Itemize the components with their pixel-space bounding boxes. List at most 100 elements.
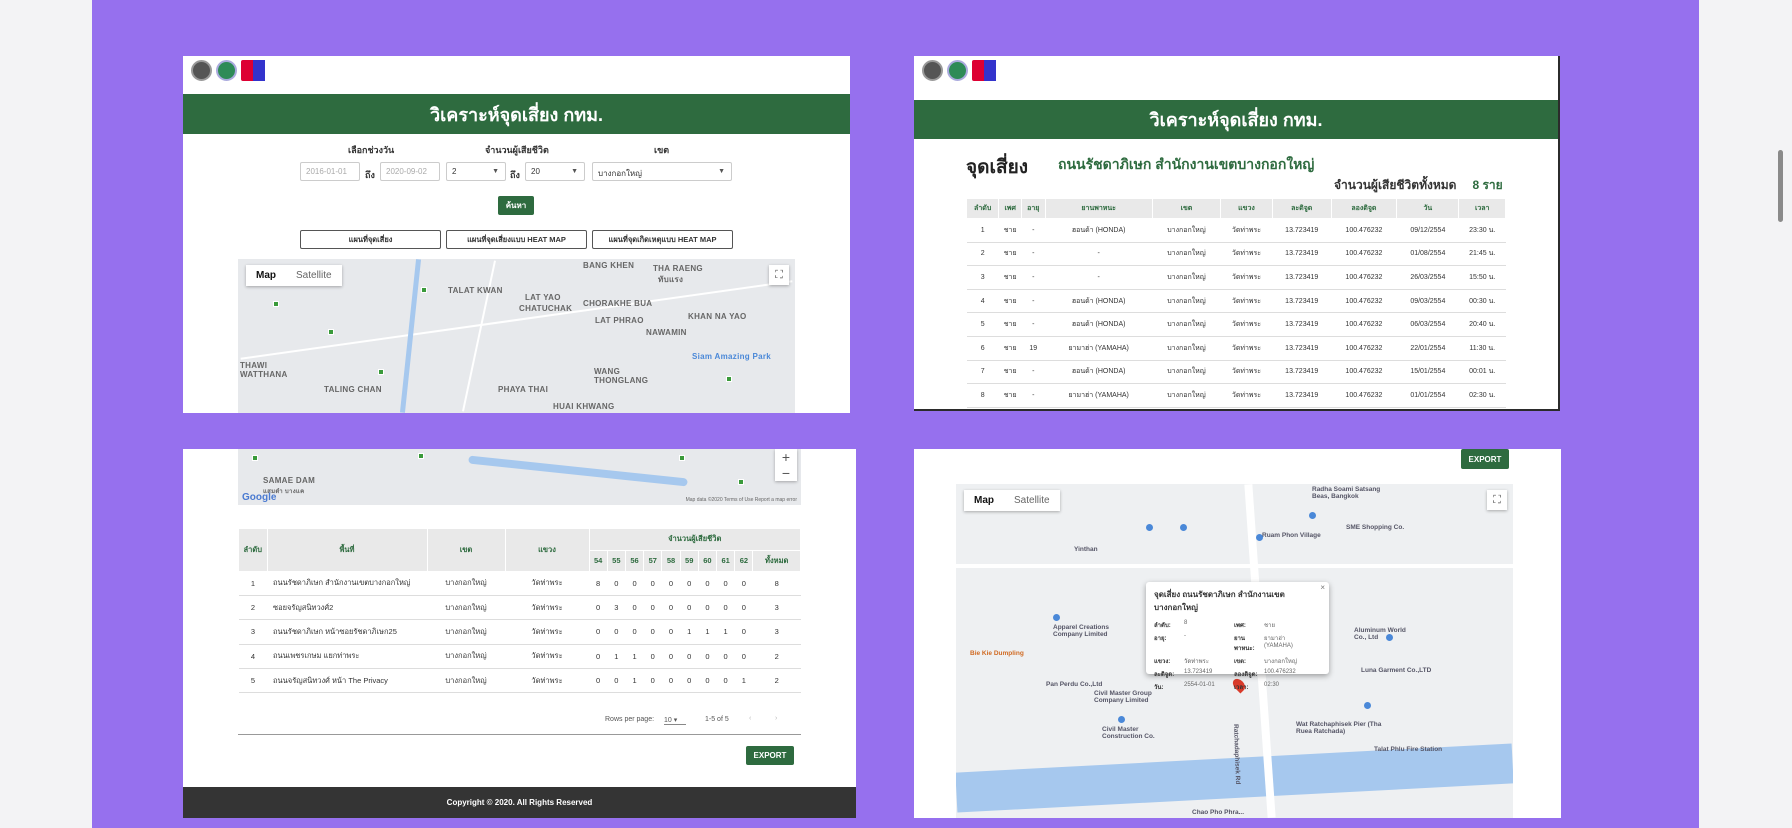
table-cell: 0 [734, 571, 753, 596]
table-cell: 8 [752, 571, 801, 596]
table-cell: วัดท่าพระ [505, 644, 589, 670]
risk-location-map[interactable]: Radha Soami Satsang Beas, Bangkok SME Sh… [956, 484, 1513, 818]
risk-heatmap-button[interactable]: แผนที่จุดเสี่ยงแบบ HEAT MAP [446, 230, 587, 249]
map-tab[interactable]: Map [964, 490, 1004, 511]
date-to-input[interactable]: 2020-09-02 [380, 162, 440, 181]
col-year: 59 [680, 550, 699, 572]
table-cell: ฮอนด้า (HONDA) [1045, 289, 1153, 314]
map-poi-marker[interactable] [1180, 524, 1187, 531]
map-poi-marker[interactable] [1053, 614, 1060, 621]
map-poi-marker[interactable] [1364, 702, 1371, 709]
col-year: 62 [734, 550, 754, 572]
risk-detail-panel: วิเคราะห์จุดเสี่ยง กทม. จุดเสี่ยง ถนนรัช… [914, 56, 1560, 411]
vertical-scrollbar[interactable] [1778, 150, 1783, 222]
district-select[interactable]: บางกอกใหญ่ ▼ [592, 162, 732, 181]
table-cell: 1 [966, 218, 999, 243]
fullscreen-icon[interactable]: ⛶ [1487, 490, 1507, 510]
export-button[interactable]: EXPORT [746, 746, 794, 765]
col-year: 57 [643, 550, 663, 572]
table-cell: 1 [698, 619, 717, 645]
table-cell: - [1021, 312, 1046, 337]
export-button[interactable]: EXPORT [1461, 449, 1509, 469]
table-cell: 0 [734, 595, 753, 621]
district-label: เขต [654, 145, 670, 155]
rows-per-page-select[interactable]: 10 ▾ [664, 716, 686, 725]
map-poi-marker[interactable] [1146, 524, 1153, 531]
table-cell: 8 [589, 571, 608, 596]
table-cell: 0 [661, 668, 681, 694]
popup-value: วัดท่าพระ [1184, 659, 1209, 665]
popup-row: ลำดับ: 8 เพศ: ชาย [1154, 620, 1321, 630]
map-marker[interactable] [328, 329, 334, 335]
map-marker[interactable] [252, 455, 258, 461]
map-marker[interactable] [726, 376, 732, 382]
date-from-input[interactable]: 2016-01-01 [300, 162, 360, 181]
zoom-controls: + − [775, 449, 797, 481]
table-cell: 0 [680, 571, 699, 596]
table-cell: 0 [607, 571, 626, 596]
table-cell: ยามาฮ่า (YAMAHA) [1045, 336, 1153, 361]
victims-to-select[interactable]: 20 ▼ [525, 162, 585, 181]
table-cell: - [1021, 383, 1046, 408]
table-cell: 0 [716, 571, 735, 596]
table-row: 8 ชาย - ยามาฮ่า (YAMAHA) บางกอกใหญ่ วัดท่าพระ… [966, 383, 1506, 408]
table-cell: 0 [680, 595, 699, 621]
map-poi-marker[interactable] [1118, 716, 1125, 723]
google-logo: Google [242, 492, 277, 503]
risk-map-button[interactable]: แผนที่จุดเสี่ยง [300, 230, 441, 249]
search-button[interactable]: ค้นหา [498, 196, 534, 215]
table-cell: 21:45 น. [1458, 242, 1506, 267]
satellite-tab[interactable]: Satellite [286, 265, 342, 286]
prev-page-icon[interactable]: ‹ [749, 715, 751, 722]
map-tab[interactable]: Map [246, 265, 286, 286]
map-marker[interactable] [421, 287, 427, 293]
accident-heatmap-button[interactable]: แผนที่จุดเกิดเหตุแบบ HEAT MAP [592, 230, 733, 249]
zoom-in-button[interactable]: + [775, 449, 797, 465]
table-cell: บางกอกใหญ่ [1152, 242, 1221, 267]
table-cell: ชาย [998, 360, 1022, 385]
map-poi-marker[interactable] [1256, 534, 1263, 541]
close-icon[interactable]: × [1320, 583, 1325, 592]
table-cell: 09/12/2554 [1396, 218, 1459, 243]
map-place-label: PHAYA THAI [498, 385, 549, 394]
popup-row: แขวง: วัดท่าพระ เขต: บางกอกใหญ่ [1154, 656, 1321, 666]
fullscreen-icon[interactable]: ⛶ [769, 265, 789, 285]
map-type-toggle: Map Satellite [246, 265, 342, 286]
victims-from-select[interactable]: 2 ▼ [446, 162, 506, 181]
table-cell: 13.723419 [1272, 265, 1332, 290]
map-marker[interactable] [679, 455, 685, 461]
agency-logo-3 [972, 60, 1012, 81]
map-place-label: CHATUCHAK [519, 304, 573, 313]
table-cell: 0 [643, 619, 662, 645]
area-map[interactable]: SAMAE DAM แสมดำ บางแค Google Map data ©2… [238, 449, 801, 505]
table-cell: 3 [752, 619, 801, 645]
table-cell: วัดท่าพระ [1220, 289, 1273, 314]
bangkok-map[interactable]: BANG KHEN THA RAENG ทับแรง TALAT KWAN LA… [238, 259, 795, 413]
pagination-range: 1-5 of 5 [705, 716, 729, 723]
zoom-out-button[interactable]: − [775, 465, 797, 481]
map-poi-label: Civil Master Construction Co. [1102, 726, 1155, 740]
map-marker[interactable] [273, 301, 279, 307]
map-attribution[interactable]: Map data ©2020 Terms of Use Report a map… [686, 497, 797, 503]
table-cell: 2 [752, 668, 801, 694]
map-marker[interactable] [738, 479, 744, 485]
table-cell: 0 [607, 619, 626, 645]
map-marker[interactable] [378, 369, 384, 375]
map-marker[interactable] [418, 453, 424, 459]
agency-logo-3 [241, 60, 281, 81]
map-poi-label: Civil Master Group Company Limited [1094, 690, 1152, 704]
map-poi-marker[interactable] [1309, 512, 1316, 519]
map-poi-marker[interactable] [1386, 634, 1393, 641]
table-cell: 13.723419 [1272, 242, 1332, 267]
table-cell: 0 [643, 595, 662, 621]
agency-logo-1 [922, 60, 943, 81]
table-cell: วัดท่าพระ [1220, 218, 1273, 243]
next-page-icon[interactable]: › [775, 715, 777, 722]
table-cell: ถนนรัชดาภิเษก หน้าซอยรัชดาภิเษก25 [267, 619, 427, 645]
table-cell: บางกอกใหญ่ [427, 619, 505, 645]
table-cell: 2 [239, 595, 267, 621]
satellite-tab[interactable]: Satellite [1004, 490, 1060, 511]
divider [238, 734, 801, 735]
table-cell: 3 [239, 619, 267, 645]
popup-key: เวลา: [1234, 685, 1249, 691]
